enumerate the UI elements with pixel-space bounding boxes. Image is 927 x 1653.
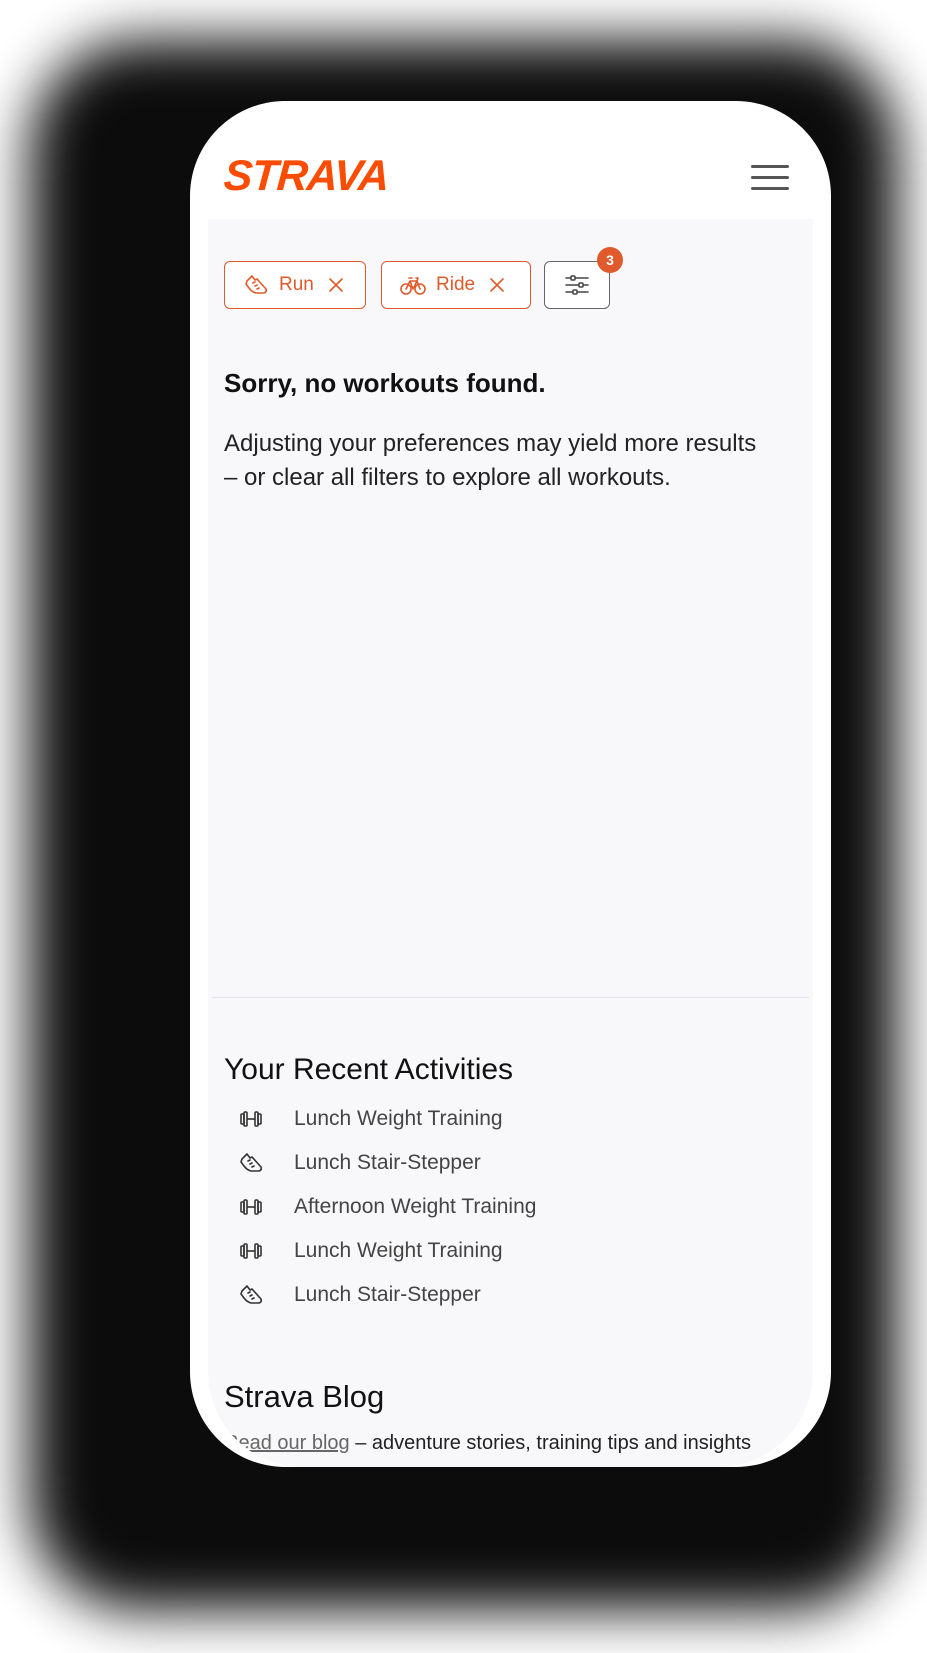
activity-label: Lunch Weight Training [294,1239,503,1262]
filter-chip-label: Ride [436,274,476,295]
running-shoe-icon [245,275,268,294]
blog-text: – adventure stories, training tips and i… [349,1432,751,1454]
section-divider [212,997,809,998]
empty-state-body: Adjusting your preferences may yield mor… [224,430,757,491]
filter-chip-label: Run [279,274,314,295]
activity-item[interactable]: Lunch Weight Training [238,1097,536,1141]
phone-screen: STRAVA Run Ride 3 Sorry, no workouts fou… [208,119,813,1467]
activity-label: Afternoon Weight Training [294,1195,537,1218]
dumbbell-icon [240,1243,262,1259]
running-shoe-icon [240,1153,263,1172]
activity-label: Lunch Stair-Stepper [294,1151,481,1174]
dumbbell-icon [240,1111,262,1127]
activity-label: Lunch Stair-Stepper [294,1283,481,1306]
activity-item[interactable]: Lunch Stair-Stepper [238,1141,536,1185]
activity-item[interactable]: Lunch Weight Training [238,1229,536,1273]
hamburger-menu-icon[interactable] [751,163,791,193]
dumbbell-icon [240,1199,262,1215]
blog-link[interactable]: Read our blog [224,1432,350,1454]
empty-state-title: Sorry, no workouts found. [224,368,546,398]
blog-description: Read our blog – adventure stories, train… [224,1432,751,1455]
filter-count-badge: 3 [597,247,623,273]
logo-text: STRAVA [222,152,391,200]
activity-item[interactable]: Lunch Stair-Stepper [238,1273,536,1317]
phone-frame: STRAVA Run Ride 3 Sorry, no workouts fou… [190,101,831,1467]
filter-chip-ride[interactable]: Ride [381,261,531,309]
recent-activities-list: Lunch Weight Training Lunch Stair-Steppe… [238,1097,536,1317]
blog-title: Strava Blog [224,1379,385,1414]
activity-label: Lunch Weight Training [294,1107,503,1130]
filter-chip-run[interactable]: Run [224,261,366,309]
running-shoe-icon [240,1285,263,1304]
close-icon[interactable] [328,277,344,293]
screenshot-stage: STRAVA Run Ride 3 Sorry, no workouts fou… [0,0,927,1653]
sliders-icon [565,275,589,295]
top-header: STRAVA [208,119,813,219]
recent-activities-title: Your Recent Activities [224,1053,514,1086]
close-icon[interactable] [489,277,505,293]
strava-logo[interactable]: STRAVA [222,152,414,200]
activity-item[interactable]: Afternoon Weight Training [238,1185,536,1229]
bicycle-icon [400,277,426,295]
